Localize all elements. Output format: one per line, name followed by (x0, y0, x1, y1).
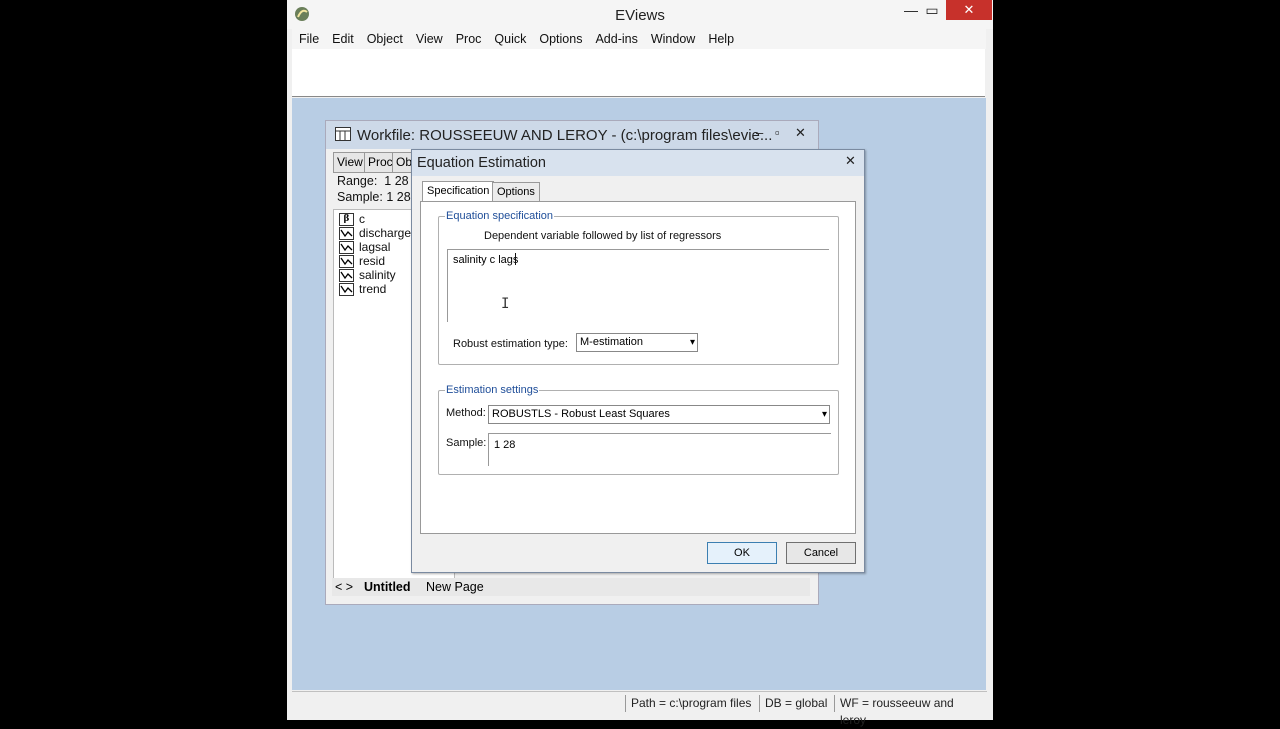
menu-options[interactable]: Options (532, 29, 588, 46)
maximize-button[interactable]: ▭ (919, 0, 945, 20)
workfile-minimize-button[interactable]: – (756, 125, 763, 140)
series-icon (339, 255, 354, 268)
menu-view[interactable]: View (409, 29, 449, 46)
chevron-down-icon: ▾ (689, 337, 695, 348)
robust-type-select[interactable]: M-estimation ▾ (576, 333, 698, 352)
method-label: Method: (446, 407, 486, 419)
ok-button[interactable]: OK (707, 542, 777, 564)
status-db: DB = global (759, 695, 832, 712)
dialog-close-icon[interactable]: ✕ (845, 153, 856, 169)
estimation-settings-label: Estimation settings (445, 384, 540, 396)
chevron-down-icon: ▾ (821, 409, 827, 420)
workfile-close-button[interactable]: ✕ (795, 125, 806, 141)
equation-hint: Dependent variable followed by list of r… (484, 230, 722, 242)
menu-add-ins[interactable]: Add-ins (588, 29, 643, 46)
tab-untitled[interactable]: Untitled (364, 580, 411, 594)
equation-estimation-dialog: Equation Estimation ✕ Specification Opti… (411, 149, 865, 573)
status-wf: WF = rousseeuw and leroy (834, 695, 987, 727)
workfile-view-button[interactable]: View (333, 152, 367, 173)
specification-panel: Equation specification Dependent variabl… (420, 201, 856, 534)
menu-help[interactable]: Help (701, 29, 740, 46)
workfile-title: Workfile: ROUSSEEUW AND LEROY - (c:\prog… (357, 127, 773, 144)
tab-options[interactable]: Options (492, 182, 540, 202)
series-icon (339, 227, 354, 240)
dialog-title: Equation Estimation (417, 155, 546, 171)
method-select[interactable]: ROBUSTLS - Robust Least Squares ▾ (488, 405, 830, 424)
window-edge (986, 29, 993, 720)
status-bar: Path = c:\program files DB = global WF =… (292, 691, 987, 727)
menu-window[interactable]: Window (644, 29, 701, 46)
series-icon (339, 283, 354, 296)
beta-icon: β (339, 213, 354, 226)
menu-bar: File Edit Object View Proc Quick Options Add-in… (292, 29, 987, 49)
text-cursor (515, 253, 516, 265)
title-bar: EViews — ▭ ✕ (287, 0, 993, 29)
workfile-page-tabs: < > Untitled New Page (332, 578, 810, 596)
workfile-title-bar[interactable]: Workfile: ROUSSEEUW AND LEROY - (c:\prog… (326, 121, 818, 149)
cancel-button[interactable]: Cancel (786, 542, 856, 564)
series-icon (339, 269, 354, 282)
robust-type-label: Robust estimation type: (453, 338, 568, 350)
tab-new-page[interactable]: New Page (426, 580, 484, 594)
workfile-maximize-button[interactable]: ▫ (775, 125, 780, 140)
menu-quick[interactable]: Quick (487, 29, 532, 46)
menu-edit[interactable]: Edit (325, 29, 360, 46)
estimation-settings-group: Estimation settings Method: ROBUSTLS - R… (438, 384, 839, 475)
sample-label: Sample: (446, 437, 487, 449)
dialog-title-bar[interactable]: Equation Estimation ✕ (412, 150, 864, 176)
sample-input[interactable]: 1 28 (488, 433, 831, 466)
equation-specification-group: Equation specification Dependent variabl… (438, 210, 839, 365)
command-window[interactable] (292, 49, 985, 97)
workfile-icon (335, 127, 351, 141)
status-path: Path = c:\program files (625, 695, 756, 712)
ibeam-cursor-icon: I (501, 296, 510, 312)
menu-file[interactable]: File (292, 29, 325, 46)
tab-specification[interactable]: Specification (422, 181, 495, 203)
equation-input[interactable]: salinity c lags I (447, 249, 829, 322)
workfile-sample[interactable]: Sample: 1 28 (337, 190, 411, 204)
close-button[interactable]: ✕ (946, 0, 992, 20)
equation-specification-label: Equation specification (445, 210, 555, 222)
app-title: EViews (615, 7, 665, 24)
menu-object[interactable]: Object (360, 29, 409, 46)
workfile-range[interactable]: Range: 1 28 (337, 174, 409, 188)
menu-proc[interactable]: Proc (449, 29, 488, 46)
series-icon (339, 241, 354, 254)
page-nav-arrows[interactable]: < > (335, 580, 353, 594)
